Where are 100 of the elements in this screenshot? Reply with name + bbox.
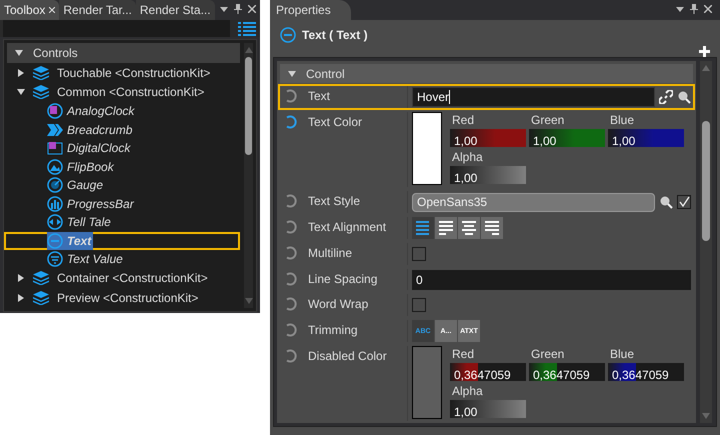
- number-field[interactable]: 0: [412, 270, 691, 290]
- tree-item[interactable]: DigitalClock: [47, 139, 132, 158]
- layers-icon: [33, 271, 49, 286]
- property-label: Multiline: [308, 246, 352, 261]
- text-field[interactable]: Hover: [412, 87, 655, 107]
- reset-icon[interactable]: [284, 220, 298, 234]
- property-label: Text Alignment: [308, 220, 386, 235]
- search-icon[interactable]: [677, 90, 691, 104]
- collapse-arrow-icon[interactable]: [17, 88, 25, 96]
- channel-field[interactable]: 0,3647059: [529, 363, 605, 381]
- collapse-arrow-icon[interactable]: [15, 49, 23, 57]
- text-icon: [280, 27, 296, 43]
- search-field[interactable]: [3, 20, 230, 37]
- channel-field[interactable]: 1,00: [608, 129, 684, 147]
- channel-value: 0,3647059: [453, 368, 511, 382]
- checkbox[interactable]: [412, 298, 426, 312]
- alpha-field[interactable]: 1,00: [450, 400, 526, 418]
- channel-value: 0,3647059: [611, 368, 669, 382]
- property-label: Trimming: [308, 323, 358, 338]
- reset-icon[interactable]: [284, 89, 298, 103]
- checkbox[interactable]: [412, 247, 426, 261]
- scrollbar[interactable]: [700, 61, 712, 423]
- expand-arrow-icon[interactable]: [17, 294, 25, 302]
- tree-item[interactable]: Tell Tale: [47, 213, 113, 232]
- tab-label: Render Sta...: [140, 2, 211, 19]
- channel-label: Blue: [609, 346, 636, 363]
- channel-field[interactable]: 1,00: [529, 129, 605, 147]
- object-heading: Text ( Text ): [302, 27, 368, 44]
- pin-icon[interactable]: [690, 4, 698, 14]
- tree-item[interactable]: Text: [47, 232, 94, 250]
- style-value: OpenSans35: [417, 194, 488, 211]
- dropdown-icon[interactable]: [220, 6, 228, 12]
- color-swatch[interactable]: [413, 113, 441, 184]
- panel-tab[interactable]: Properties: [270, 0, 351, 20]
- tree-item[interactable]: ProgressBar: [47, 194, 136, 213]
- scrollbar-thumb[interactable]: [702, 121, 710, 241]
- tree-item[interactable]: AnalogClock: [47, 102, 136, 120]
- channel-value: 1,00: [453, 134, 478, 148]
- alpha-label: Alpha: [451, 383, 484, 400]
- add-icon[interactable]: [699, 46, 710, 57]
- text-icon: [47, 232, 63, 249]
- alignment-button[interactable]: [435, 217, 457, 239]
- expand-arrow-icon[interactable]: [17, 68, 25, 77]
- close-icon[interactable]: [248, 5, 256, 13]
- align-icon: [415, 219, 431, 237]
- group-label[interactable]: Touchable <ConstructionKit>: [57, 64, 210, 82]
- reset-icon[interactable]: [284, 246, 298, 260]
- tree-item[interactable]: Gauge: [47, 176, 106, 194]
- alignment-button[interactable]: [412, 217, 434, 239]
- channel-field[interactable]: 1,00: [450, 129, 526, 147]
- reset-icon[interactable]: [284, 272, 298, 286]
- align-icon: [438, 219, 454, 237]
- expand-arrow-icon[interactable]: [17, 274, 25, 282]
- reset-icon[interactable]: [284, 323, 298, 337]
- style-field[interactable]: OpenSans35: [412, 192, 655, 212]
- layers-icon: [33, 290, 49, 305]
- panel-tab[interactable]: Toolbox: [0, 0, 60, 20]
- scrollbar[interactable]: [244, 43, 253, 308]
- tree-item[interactable]: Text Value: [47, 250, 125, 268]
- dropdown-icon[interactable]: [676, 6, 684, 12]
- close-icon[interactable]: [704, 5, 712, 13]
- tree-item[interactable]: FlipBook: [47, 158, 116, 176]
- channel-value: 1,00: [532, 134, 556, 148]
- tree-item[interactable]: Breadcrumb: [47, 120, 134, 139]
- align-icon: [484, 219, 500, 237]
- reset-icon[interactable]: [284, 349, 298, 363]
- link-icon[interactable]: [659, 90, 673, 104]
- alignment-button[interactable]: [481, 217, 503, 239]
- reset-icon[interactable]: [284, 297, 298, 311]
- alignment-button[interactable]: [458, 217, 480, 239]
- scrollbar-thumb[interactable]: [245, 57, 252, 155]
- tab-label: Render Tar...: [63, 2, 132, 19]
- category-header[interactable]: Controls: [7, 43, 240, 63]
- item-label: Breadcrumb: [67, 122, 132, 139]
- color-swatch[interactable]: [413, 347, 441, 418]
- alpha-value: 1,00: [453, 171, 478, 185]
- checkbox[interactable]: [677, 195, 691, 209]
- search-icon[interactable]: [659, 195, 673, 209]
- item-label: DigitalClock: [67, 140, 130, 158]
- panel-tab[interactable]: Render Sta...: [136, 0, 215, 20]
- reset-icon[interactable]: [284, 115, 298, 129]
- group-label[interactable]: Container <ConstructionKit>: [57, 269, 208, 288]
- alpha-field[interactable]: 1,00: [450, 166, 526, 184]
- property-label: Text Style: [308, 194, 360, 209]
- panel-tab[interactable]: Render Tar...: [59, 0, 136, 20]
- section-header[interactable]: Control: [280, 64, 693, 83]
- channel-label: Red: [451, 112, 476, 129]
- gauge-icon: [47, 177, 63, 194]
- list-view-icon[interactable]: [238, 22, 256, 36]
- clock-icon: [47, 103, 63, 120]
- group-label[interactable]: Preview <ConstructionKit>: [57, 288, 198, 307]
- item-label: AnalogClock: [67, 103, 134, 120]
- channel-label: Green: [530, 112, 566, 129]
- close-icon[interactable]: [49, 7, 56, 13]
- reset-icon[interactable]: [284, 194, 298, 208]
- channel-field[interactable]: 0,3647059: [450, 363, 526, 381]
- channel-field[interactable]: 0,3647059: [608, 363, 684, 381]
- group-label[interactable]: Common <ConstructionKit>: [57, 83, 204, 102]
- item-label: Text Value: [67, 251, 123, 268]
- pin-icon[interactable]: [234, 4, 242, 14]
